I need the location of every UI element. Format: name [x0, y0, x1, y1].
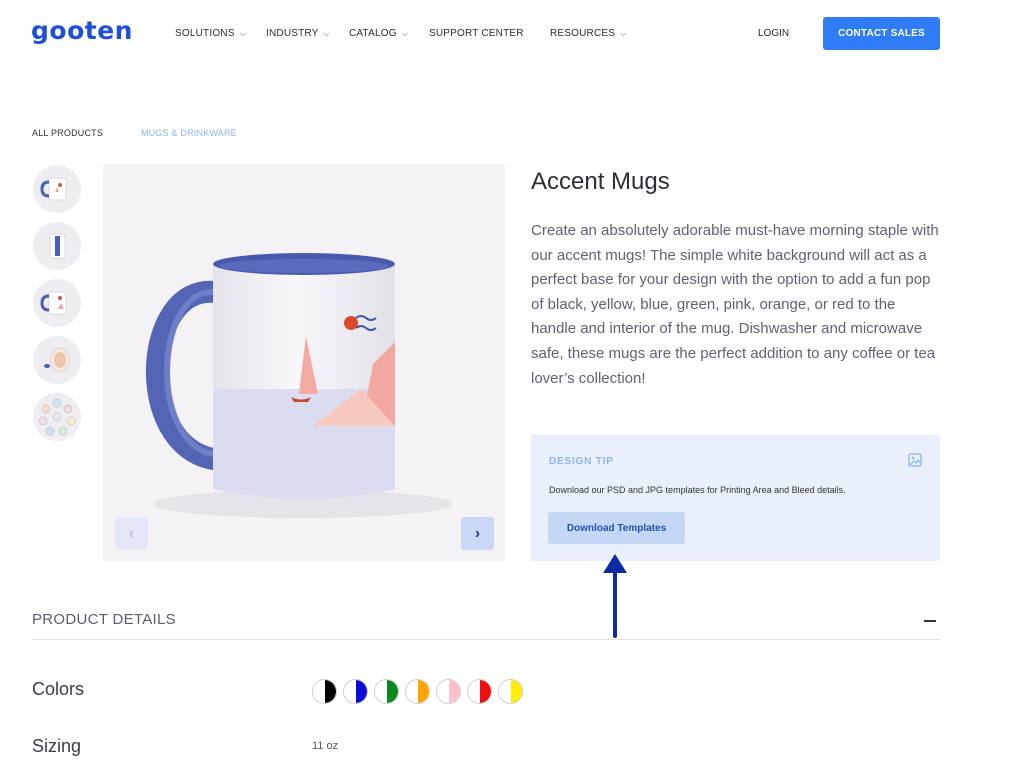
thumbnail-3[interactable] [33, 279, 81, 327]
mug-thumbnail-image [44, 347, 71, 373]
accent-mug-image [146, 253, 453, 518]
image-icon [908, 453, 922, 472]
product-description: Create an absolutely adorable must-have … [531, 222, 939, 387]
collapse-icon[interactable] [924, 620, 936, 622]
contact-sales-button[interactable]: CONTACT SALES [823, 17, 940, 50]
product-main-image: ‹ › [103, 164, 505, 561]
thumbnail-1[interactable] [33, 165, 81, 213]
product-details-heading[interactable]: PRODUCT DETAILS [32, 611, 176, 628]
color-swatches [312, 679, 523, 704]
color-swatch[interactable] [374, 679, 399, 704]
next-image-button[interactable]: › [461, 517, 494, 550]
chevron-down-icon: ⌵ [323, 28, 330, 38]
nav-support-center-label: SUPPORT CENTER [429, 28, 524, 39]
color-swatch[interactable] [312, 679, 337, 704]
chevron-left-icon: ‹ [128, 524, 135, 542]
chevron-down-icon: ⌵ [401, 28, 408, 38]
breadcrumb-all-products[interactable]: ALL PRODUCTS [32, 128, 103, 138]
thumbnail-2[interactable] [33, 222, 81, 270]
nav-industry[interactable]: INDUSTRY ⌵ [266, 28, 330, 39]
color-swatch[interactable] [343, 679, 368, 704]
mug-thumbnail-image [49, 233, 66, 259]
sizing-label: Sizing [32, 736, 82, 756]
chevron-down-icon: ⌵ [239, 28, 246, 38]
mug-thumbnail-image [40, 291, 67, 315]
design-tip-text: Download our PSD and JPG templates for P… [549, 485, 846, 495]
color-swatch[interactable] [405, 679, 430, 704]
mug-thumbnail-image [40, 177, 67, 201]
nav-catalog-label: CATALOG [349, 28, 397, 39]
chevron-down-icon: ⌵ [620, 28, 627, 38]
annotation-arrow [598, 552, 632, 643]
color-swatch[interactable] [467, 679, 492, 704]
nav-catalog[interactable]: CATALOG ⌵ [349, 28, 408, 39]
thumbnail-4[interactable] [33, 336, 81, 384]
nav-support-center[interactable]: SUPPORT CENTER [429, 28, 524, 39]
gooten-logo[interactable]: gooten [31, 16, 133, 45]
nav-solutions-label: SOLUTIONS [175, 28, 235, 39]
breadcrumb-mugs-drinkware[interactable]: MUGS & DRINKWARE [141, 128, 237, 138]
chevron-right-icon: › [474, 524, 481, 542]
nav-resources[interactable]: RESOURCES ⌵ [550, 28, 626, 39]
mug-collection-thumbnail-image [38, 398, 76, 436]
login-link[interactable]: LOGIN [758, 28, 789, 39]
color-swatch[interactable] [498, 679, 523, 704]
nav-solutions[interactable]: SOLUTIONS ⌵ [175, 28, 246, 39]
nav-resources-label: RESOURCES [550, 28, 616, 39]
sizing-value: 11 oz [312, 740, 339, 752]
color-swatch[interactable] [436, 679, 461, 704]
colors-label: Colors [32, 679, 85, 699]
previous-image-button[interactable]: ‹ [115, 517, 148, 550]
design-tip-label: DESIGN TIP [549, 456, 614, 467]
divider [32, 639, 940, 640]
product-title: Accent Mugs [531, 168, 670, 195]
download-templates-button[interactable]: Download Templates [548, 512, 685, 544]
thumbnail-5[interactable] [33, 393, 81, 441]
nav-industry-label: INDUSTRY [266, 28, 319, 39]
design-tip-box: DESIGN TIP Download our PSD and JPG temp… [531, 435, 940, 561]
